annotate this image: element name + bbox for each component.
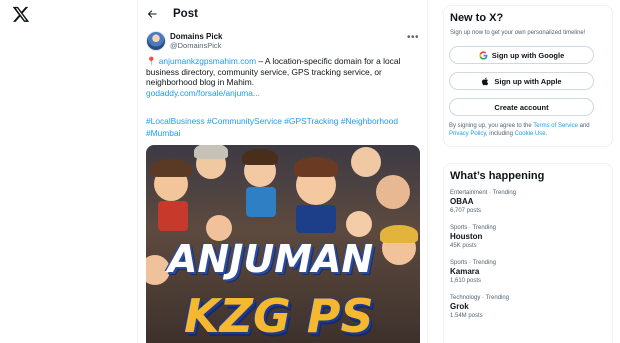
more-icon[interactable]: •••	[407, 32, 419, 43]
apple-icon	[482, 77, 489, 85]
trend-name: Houston	[450, 232, 483, 241]
trend-name: Kamara	[450, 267, 480, 276]
hashtag-list: #LocalBusiness #CommunityService #GPSTra…	[146, 116, 424, 139]
hashtag-link[interactable]: #LocalBusiness	[146, 116, 205, 126]
trend-meta: Entertainment · Trending	[450, 190, 517, 196]
tweet-image[interactable]: ANJUMAN KZG PS	[146, 145, 420, 343]
toy-figure	[242, 149, 278, 165]
toy-figure	[351, 147, 381, 177]
hashtag-link[interactable]: #Neighborhood	[341, 116, 398, 126]
toy-figure	[294, 157, 338, 177]
toy-figure	[346, 211, 372, 237]
apple-signup-button[interactable]: Sign up with Apple	[449, 72, 594, 90]
create-account-label: Create account	[494, 102, 549, 112]
terms-text: By signing up, you agree to the Terms of…	[449, 123, 607, 138]
main-column: Post Domains Pick @DomainsPick ••• 📍 anj…	[137, 0, 428, 343]
author-name[interactable]: Domains Pick	[170, 32, 222, 41]
hashtag-link[interactable]: #Mumbai	[146, 128, 180, 138]
create-account-button[interactable]: Create account	[449, 98, 594, 116]
google-signup-label: Sign up with Google	[491, 50, 565, 60]
trend-count: 45K posts	[450, 243, 477, 249]
back-arrow-icon[interactable]	[146, 8, 158, 20]
terms-prefix: By signing up, you agree to the	[449, 123, 534, 129]
google-icon	[479, 50, 488, 60]
toy-figure	[246, 187, 276, 217]
apple-signup-label: Sign up with Apple	[494, 76, 562, 86]
url-link[interactable]: godaddy.com/forsale/anjuma...	[146, 88, 260, 98]
trend-count: 6,707 posts	[450, 208, 482, 214]
trend-name: Grok	[450, 302, 469, 311]
cookie-link[interactable]: Cookie Use	[515, 131, 546, 137]
toy-figure	[194, 145, 228, 159]
privacy-link[interactable]: Privacy Policy	[449, 131, 486, 137]
toy-figure	[158, 201, 188, 231]
hashtag-link[interactable]: #CommunityService	[207, 116, 282, 126]
trend-meta: Sports · Trending	[450, 260, 497, 266]
signup-card: New to X? Sign up now to get your own pe…	[443, 5, 613, 147]
author-handle[interactable]: @DomainsPick	[170, 41, 222, 50]
x-logo-icon[interactable]	[12, 5, 30, 23]
terms-link[interactable]: Terms of Service	[533, 123, 578, 129]
trend-item[interactable]: Sports · Trending Kamara 1,610 posts	[450, 260, 606, 285]
toy-figure	[376, 175, 410, 209]
toy-figure	[146, 255, 170, 285]
post-header: Post	[138, 0, 427, 28]
image-word-2: KZG PS	[184, 289, 374, 343]
toy-figure	[380, 225, 418, 243]
trend-item[interactable]: Technology · Trending Grok 1.54M posts	[450, 295, 606, 320]
trends-card: What’s happening Entertainment · Trendin…	[443, 163, 613, 343]
trend-item[interactable]: Sports · Trending Houston 45K posts	[450, 225, 606, 250]
terms-end: .	[545, 130, 548, 137]
trends-title: What’s happening	[450, 170, 545, 182]
toy-figure	[296, 205, 336, 233]
tweet-text: 📍 anjumankzgpsmahim.com – A location-spe…	[146, 56, 424, 98]
trend-meta: Sports · Trending	[450, 225, 497, 231]
signup-subtitle: Sign up now to get your own personalized…	[450, 30, 586, 36]
trend-count: 1.54M posts	[450, 313, 483, 319]
image-word-1: ANJUMAN	[168, 237, 374, 281]
toy-figure	[150, 159, 192, 177]
domain-link[interactable]: anjumankzgpsmahim.com	[159, 56, 256, 66]
trend-meta: Technology · Trending	[450, 295, 510, 301]
left-nav	[0, 0, 137, 343]
trend-name: OBAA	[450, 197, 474, 206]
tweet-author[interactable]: Domains Pick @DomainsPick	[146, 31, 222, 51]
avatar[interactable]	[146, 31, 166, 51]
google-signup-button[interactable]: Sign up with Google	[449, 46, 594, 64]
signup-title: New to X?	[450, 12, 504, 24]
trend-count: 1,610 posts	[450, 278, 482, 284]
trend-item[interactable]: Entertainment · Trending OBAA 6,707 post…	[450, 190, 606, 215]
pin-icon: 📍	[146, 56, 157, 66]
hashtag-link[interactable]: #GPSTracking	[284, 116, 338, 126]
terms-including: , including	[485, 130, 515, 137]
page-title: Post	[173, 8, 198, 20]
terms-and: and	[577, 123, 590, 129]
